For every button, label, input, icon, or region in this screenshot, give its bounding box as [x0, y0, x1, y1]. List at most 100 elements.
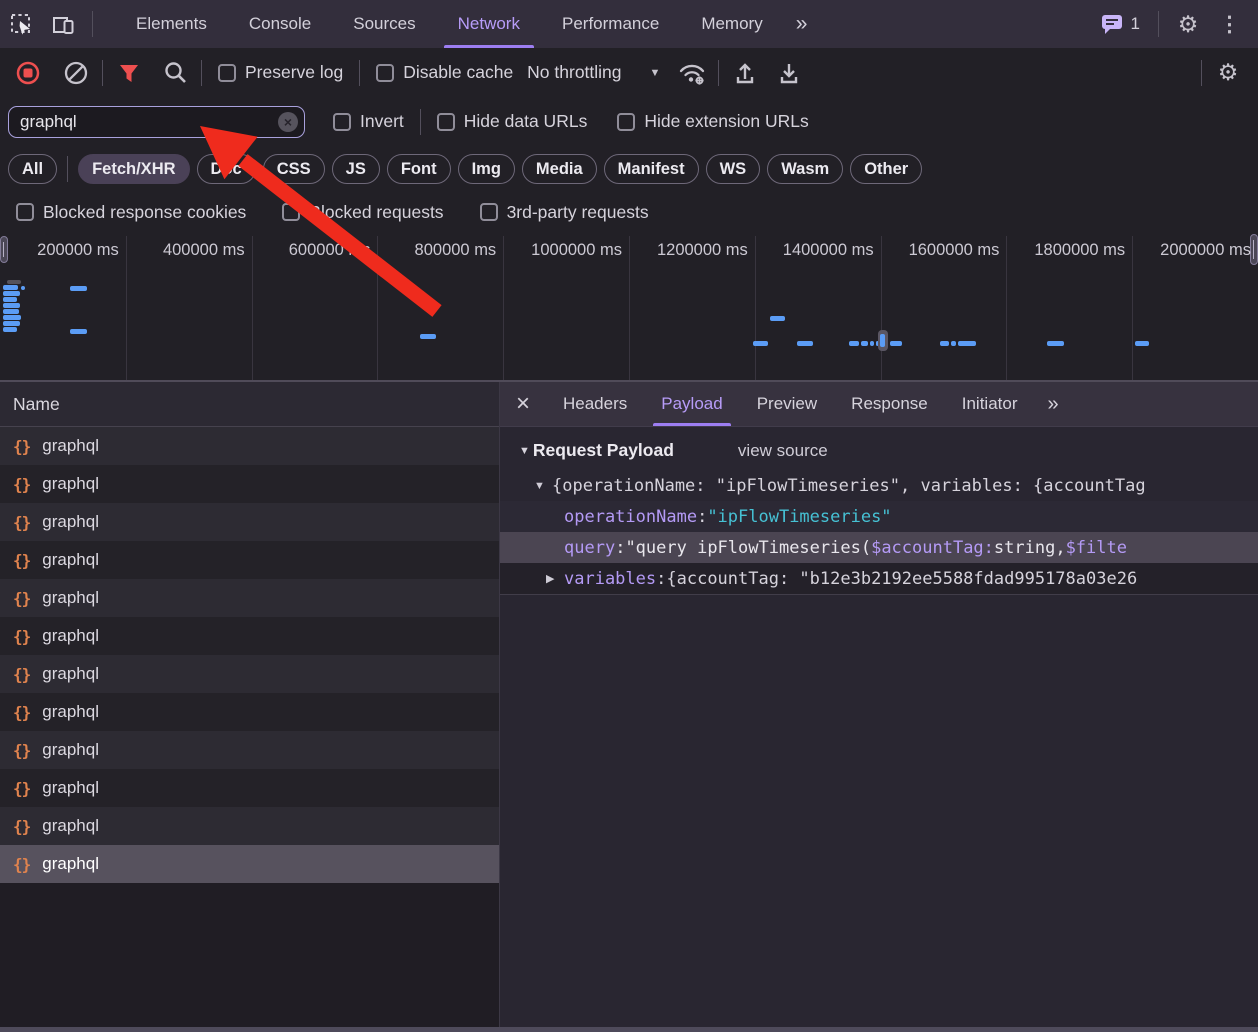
tab-network[interactable]: Network — [437, 0, 541, 48]
inspect-element-button[interactable] — [0, 0, 42, 48]
hide-data-urls-checkbox[interactable]: Hide data URLs — [437, 111, 588, 132]
preserve-log-checkbox[interactable]: Preserve log — [218, 62, 343, 83]
json-braces-icon: {} — [13, 855, 30, 874]
chip-fetch-xhr[interactable]: Fetch/XHR — [78, 154, 189, 184]
tab-memory[interactable]: Memory — [680, 0, 783, 48]
devtools-tab-bar: ElementsConsoleSourcesNetworkPerformance… — [0, 0, 1258, 48]
hide-extension-urls-checkbox[interactable]: Hide extension URLs — [617, 111, 808, 132]
table-row[interactable]: {}graphql — [0, 541, 499, 579]
request-name: graphql — [42, 588, 99, 608]
search-button[interactable] — [157, 55, 193, 91]
issues-button[interactable]: 1 — [1100, 12, 1140, 36]
timeline-right-handle[interactable] — [1250, 234, 1258, 265]
throttling-value: No throttling — [527, 62, 621, 83]
table-row[interactable]: {}graphql — [0, 845, 499, 883]
payload-tree-row[interactable]: ▶variables: {accountTag: "b12e3b2192ee55… — [500, 563, 1258, 594]
detail-tab-payload[interactable]: Payload — [644, 382, 739, 426]
filter-input[interactable]: graphql × — [8, 106, 305, 138]
tab-performance[interactable]: Performance — [541, 0, 680, 48]
request-payload-section[interactable]: ▼ Request Payload view source — [500, 427, 1258, 470]
menu-button[interactable]: ⋮ — [1209, 12, 1250, 37]
json-braces-icon: {} — [13, 741, 30, 760]
name-column-header[interactable]: Name — [0, 382, 499, 427]
timeline-tick-label: 1600000 ms — [889, 241, 999, 260]
detail-tab-response[interactable]: Response — [834, 382, 945, 426]
table-row[interactable]: {}graphql — [0, 617, 499, 655]
import-har-button[interactable] — [727, 55, 763, 91]
download-icon — [776, 60, 802, 86]
timeline-left-handle[interactable] — [0, 236, 8, 263]
timeline-request-bar — [797, 341, 813, 346]
checkbox-icon — [16, 203, 34, 221]
json-braces-icon: {} — [13, 627, 30, 646]
chip-media[interactable]: Media — [522, 154, 597, 184]
checkbox-icon — [282, 203, 300, 221]
view-source-link[interactable]: view source — [738, 441, 828, 461]
disable-cache-checkbox[interactable]: Disable cache — [376, 62, 513, 83]
table-row[interactable]: {}graphql — [0, 693, 499, 731]
json-braces-icon: {} — [13, 665, 30, 684]
more-detail-tabs-button[interactable]: » — [1034, 382, 1069, 426]
chip-wasm[interactable]: Wasm — [767, 154, 843, 184]
payload-tree-row[interactable]: query: "query ipFlowTimeseries($accountT… — [500, 532, 1258, 563]
third-party-requests-label: 3rd-party requests — [507, 202, 649, 223]
timeline-request-bar — [7, 280, 21, 284]
timeline-gridline — [252, 236, 253, 380]
tab-console[interactable]: Console — [228, 0, 332, 48]
tab-sources[interactable]: Sources — [332, 0, 436, 48]
table-row[interactable]: {}graphql — [0, 427, 499, 465]
settings-button[interactable]: ⚙ — [1167, 13, 1209, 36]
table-row[interactable]: {}graphql — [0, 503, 499, 541]
chip-ws[interactable]: WS — [706, 154, 761, 184]
blocked-response-cookies-label: Blocked response cookies — [43, 202, 246, 223]
clear-filter-button[interactable]: × — [278, 112, 298, 132]
chip-css[interactable]: CSS — [263, 154, 325, 184]
record-button[interactable] — [10, 55, 46, 91]
detail-tab-preview[interactable]: Preview — [740, 382, 834, 426]
payload-tree: ▼{operationName: "ipFlowTimeseries", var… — [500, 470, 1258, 594]
blocked-response-cookies-checkbox[interactable]: Blocked response cookies — [16, 202, 246, 223]
network-toolbar: Preserve log Disable cache No throttling… — [0, 48, 1258, 97]
export-har-button[interactable] — [771, 55, 807, 91]
table-row[interactable]: {}graphql — [0, 579, 499, 617]
payload-tree-row[interactable]: operationName: "ipFlowTimeseries" — [500, 501, 1258, 532]
table-row[interactable]: {}graphql — [0, 769, 499, 807]
chip-doc[interactable]: Doc — [197, 154, 256, 184]
chip-font[interactable]: Font — [387, 154, 451, 184]
filter-toggle-button[interactable] — [111, 55, 147, 91]
throttling-select[interactable]: No throttling ▼ — [527, 62, 660, 83]
payload-tree-row[interactable]: ▼{operationName: "ipFlowTimeseries", var… — [500, 470, 1258, 501]
payload-text-segment: $accountTag: — [871, 538, 994, 558]
table-row[interactable]: {}graphql — [0, 807, 499, 845]
detail-tab-headers[interactable]: Headers — [546, 382, 644, 426]
chip-other[interactable]: Other — [850, 154, 922, 184]
tab-elements[interactable]: Elements — [115, 0, 228, 48]
network-overview-timeline[interactable]: 200000 ms400000 ms600000 ms800000 ms1000… — [0, 232, 1258, 382]
chip-img[interactable]: Img — [458, 154, 515, 184]
payload-text-segment: {operationName: "ipFlowTimeseries", vari… — [552, 476, 1146, 496]
detail-tab-initiator[interactable]: Initiator — [945, 382, 1035, 426]
json-braces-icon: {} — [13, 437, 30, 456]
triangle-right-icon[interactable]: ▶ — [546, 572, 564, 585]
close-detail-button[interactable]: × — [500, 382, 546, 426]
table-row[interactable]: {}graphql — [0, 465, 499, 503]
blocked-requests-checkbox[interactable]: Blocked requests — [282, 202, 443, 223]
clear-button[interactable] — [58, 55, 94, 91]
chip-all[interactable]: All — [8, 154, 57, 184]
more-tabs-button[interactable]: » — [784, 0, 818, 48]
chip-js[interactable]: JS — [332, 154, 380, 184]
preserve-log-label: Preserve log — [245, 62, 343, 83]
table-row[interactable]: {}graphql — [0, 731, 499, 769]
network-conditions-button[interactable] — [674, 55, 710, 91]
payload-text-segment: string, — [994, 538, 1066, 558]
invert-checkbox[interactable]: Invert — [333, 111, 404, 132]
table-row[interactable]: {}graphql — [0, 655, 499, 693]
device-toolbar-button[interactable] — [42, 0, 84, 48]
timeline-tick-label: 800000 ms — [386, 241, 496, 260]
devtools-window: ElementsConsoleSourcesNetworkPerformance… — [0, 0, 1258, 1032]
third-party-requests-checkbox[interactable]: 3rd-party requests — [480, 202, 649, 223]
chip-manifest[interactable]: Manifest — [604, 154, 699, 184]
timeline-tick-label: 1200000 ms — [638, 241, 748, 260]
network-settings-button[interactable]: ⚙ — [1210, 55, 1246, 91]
triangle-down-icon[interactable]: ▼ — [534, 480, 552, 492]
